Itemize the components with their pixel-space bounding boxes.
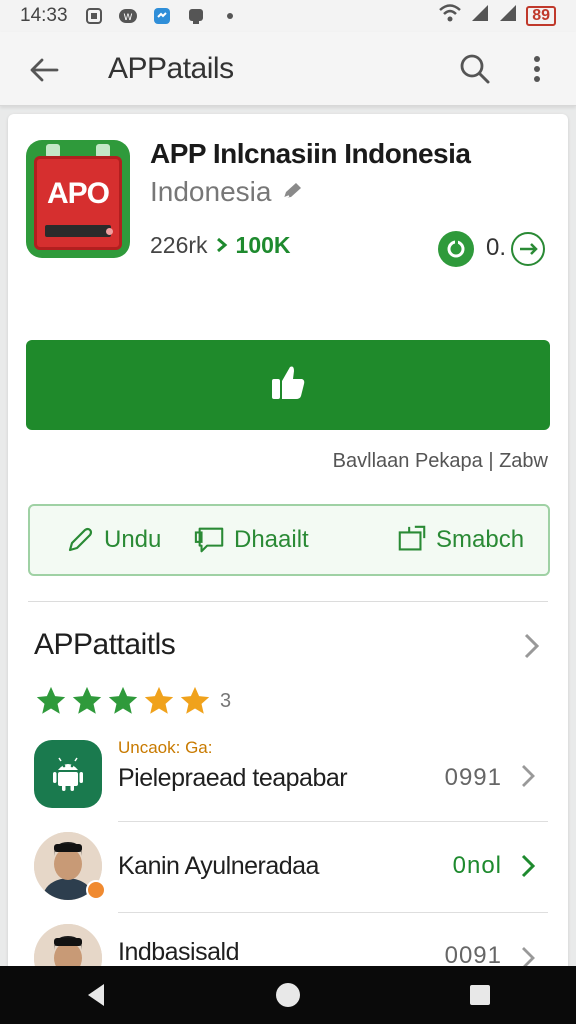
rating-value: 0. xyxy=(486,234,507,261)
status-time: 14:33 xyxy=(20,5,68,26)
avatar xyxy=(34,924,102,966)
signal-icon xyxy=(470,3,490,29)
list-item[interactable]: Uncaok: Ga: Pielepraead teapabar 0991 xyxy=(28,732,548,820)
star-icon xyxy=(144,686,174,714)
icon-strip xyxy=(45,225,111,237)
chevron-right-icon[interactable] xyxy=(518,628,546,664)
badge-dot-icon xyxy=(86,880,106,900)
row-divider xyxy=(118,912,548,913)
star-rating: 3 xyxy=(34,684,231,718)
edit-action-button[interactable]: Undu xyxy=(64,506,161,574)
verified-pen-icon xyxy=(281,176,303,208)
nav-home-icon[interactable] xyxy=(258,966,318,1024)
icon-card: APO xyxy=(34,156,122,250)
install-button[interactable] xyxy=(26,340,550,430)
wifi-icon xyxy=(438,3,462,29)
star-icon xyxy=(108,686,138,714)
share-action-button[interactable]: Smabch xyxy=(396,506,524,574)
action-label: Dhaailt xyxy=(234,526,309,553)
chevron-right-icon xyxy=(514,848,542,884)
app-bar: APPatails xyxy=(0,32,576,106)
list-item-label: Indbasisald xyxy=(118,938,239,966)
arrow-circle-icon[interactable] xyxy=(511,232,545,266)
star-icon xyxy=(72,686,102,714)
nav-back-icon[interactable] xyxy=(66,966,126,1024)
section-divider xyxy=(28,601,548,602)
battery-indicator: 89 xyxy=(526,6,556,26)
icon-dot xyxy=(106,228,113,235)
app-notification-icon: W xyxy=(118,6,138,26)
app-icon-text: APO xyxy=(46,177,110,210)
star-icon xyxy=(180,686,210,714)
svg-text:W: W xyxy=(123,13,132,23)
pencil-icon xyxy=(64,524,96,556)
action-label: Smabch xyxy=(436,526,525,553)
row-divider xyxy=(118,821,548,822)
app-size: 226rk xyxy=(150,232,208,258)
action-bar: Undu Dhaailt Smabch xyxy=(28,504,550,576)
developer-name: Indonesia xyxy=(150,176,272,207)
dot-icon xyxy=(220,6,240,26)
section-title[interactable]: APPattaitls xyxy=(34,628,176,662)
app-developer[interactable]: Indonesia xyxy=(150,176,303,208)
list-item-label: Pielepraead teapabar xyxy=(118,764,348,792)
signal-icon-2 xyxy=(498,3,518,29)
more-options-icon[interactable] xyxy=(522,50,552,88)
list-item-value: 0nol xyxy=(452,852,502,879)
sim-icon xyxy=(84,6,104,26)
back-arrow-icon[interactable] xyxy=(26,52,62,88)
thumbs-up-icon xyxy=(268,363,308,408)
share-icon xyxy=(396,524,428,556)
search-icon[interactable] xyxy=(456,50,494,88)
chevron-right-icon xyxy=(514,758,542,794)
rating-badge-icon xyxy=(438,231,474,267)
app-name: APP Inlcnasiin Indonesia xyxy=(150,138,471,169)
list-item[interactable]: Indbasisald 0091 xyxy=(28,916,548,966)
chat-bubble-icon xyxy=(194,524,226,556)
download-count: 100K xyxy=(235,232,291,258)
rating-count: 3 xyxy=(220,689,232,712)
system-nav-bar xyxy=(0,966,576,1024)
notification-icon xyxy=(186,6,206,26)
star-icon xyxy=(36,686,66,714)
app-icon: APO xyxy=(26,140,130,258)
status-right: 89 xyxy=(438,3,556,29)
chat-action-button[interactable]: Dhaailt xyxy=(194,506,309,574)
list-item-label: Kanin Ayulneradaa xyxy=(118,852,319,880)
chevron-right-icon xyxy=(216,232,228,259)
messenger-icon xyxy=(152,6,172,26)
app-meta-row: 226rk 100K xyxy=(150,232,291,259)
status-bar: 14:33 W 89 xyxy=(0,0,576,32)
list-item-tag: Uncaok: Ga: xyxy=(118,738,213,757)
list-item-value: 0991 xyxy=(444,764,502,791)
chevron-right-icon xyxy=(514,940,542,966)
android-icon xyxy=(34,740,102,808)
nav-recents-icon[interactable] xyxy=(450,966,510,1024)
list-item-value: 0091 xyxy=(444,942,502,966)
action-label: Undu xyxy=(104,526,162,553)
install-caption: Bavllaan Pekapa | Zabw xyxy=(332,450,548,472)
page-title: APPatails xyxy=(108,52,234,85)
list-item[interactable]: Kanin Ayulneradaa 0nol xyxy=(28,824,548,912)
